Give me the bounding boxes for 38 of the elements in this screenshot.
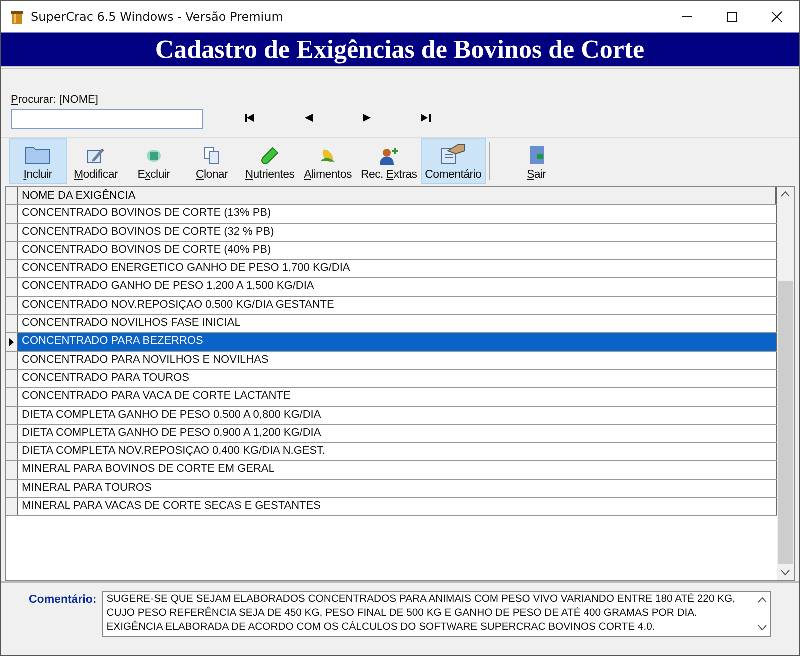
form-banner: Cadastro de Exigências de Bovinos de Corte [1,32,799,66]
edit-icon [87,147,105,165]
last-record-icon[interactable] [421,114,431,122]
comment-label: Comentário: [29,593,97,606]
toolbar-button[interactable]: Alimentos [299,138,357,184]
folder-icon [25,145,51,165]
delete-icon [145,147,163,165]
previous-record-icon[interactable] [305,114,313,122]
close-icon[interactable] [771,10,783,22]
corn-icon [319,147,337,165]
scroll-up-icon[interactable] [781,191,790,197]
toolbar-button[interactable]: Excluir [125,138,183,184]
comment-field[interactable]: SUGERE-SE QUE SEJAM ELABORADOS CONCENTRADOS PARA ANIMAIS COM PESO VIVO VARIANDO ENTRE 180 ATÉ 220 KG, CUJO PESO REFERÊNCIA SEJA DE 450 KG, PESO FINAL DE 500 KG E GANHO DE PESO DE ATÉ 400 GRAMAS POR DIA. EXIGÊNCIA ELABORADA DE ACORDO COM OS CÁLCULOS DO SOFTWARE SUPERCRAC BOVINOS CORTE 4.0. [102,591,771,637]
copy-icon [203,147,221,165]
search-field[interactable] [11,109,203,129]
row-indicator[interactable] [6,333,18,351]
exit-door-icon [528,145,545,165]
toolbar-button[interactable]: Sair [508,138,566,184]
toolbar-button[interactable]: Modificar [67,138,125,184]
table-cell[interactable]: CONCENTRADO PARA BEZERROS [18,333,777,351]
scroll-down-icon[interactable] [781,570,790,576]
toolbar-button[interactable]: Comentário [421,138,486,184]
toolbar-button[interactable]: Clonar [183,138,241,184]
next-record-icon[interactable] [363,114,371,122]
toolbar-button[interactable]: Rec. Extras [357,138,422,184]
comment-icon [440,143,466,165]
scroll-down-icon[interactable] [758,625,766,631]
scroll-up-icon[interactable] [758,597,766,603]
window-title: SuperCrac 6.5 Windows - Versão Premium [31,10,284,24]
add-person-icon [379,147,400,165]
test-tube-icon [261,147,279,165]
app-icon [9,8,25,24]
search-label: Procurar: [NOME] [11,94,100,106]
toolbar-button[interactable]: Nutrientes [241,138,299,184]
first-record-icon[interactable] [245,114,255,122]
maximize-icon[interactable] [726,10,738,22]
column-header[interactable]: NOME DA EXIGÊNCIA [18,187,777,204]
toolbar-button[interactable]: Incluir [9,138,67,184]
